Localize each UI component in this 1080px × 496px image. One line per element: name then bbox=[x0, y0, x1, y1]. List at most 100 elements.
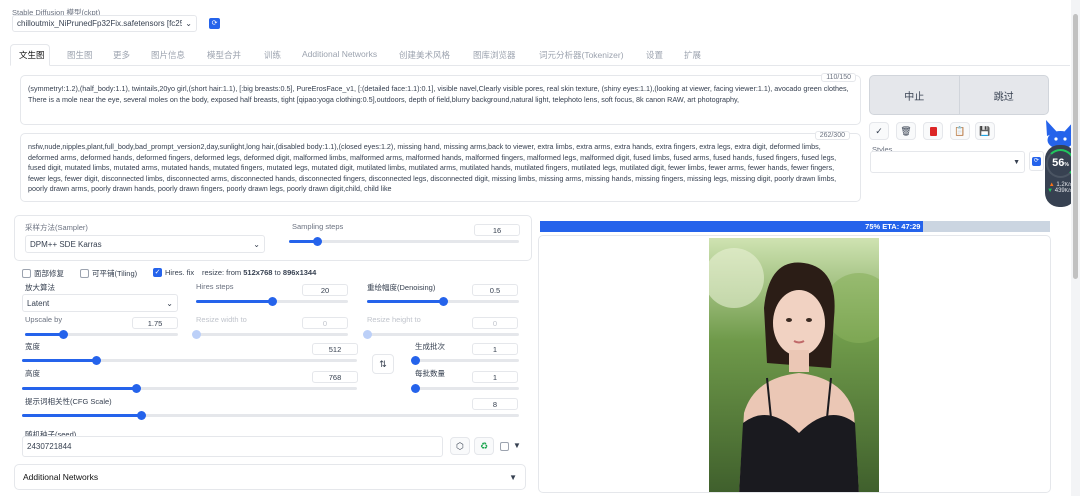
upscale-by-input[interactable]: 1.75 bbox=[132, 317, 178, 329]
height-input[interactable]: 768 bbox=[312, 371, 358, 383]
model-select[interactable]: chilloutmix_NiPrunedFp32Fix.safetensors … bbox=[12, 15, 197, 32]
resize-width-slider[interactable] bbox=[192, 330, 348, 339]
width-input[interactable]: 512 bbox=[312, 343, 358, 355]
skip-button[interactable]: 跳过 bbox=[960, 76, 1049, 114]
generated-image[interactable] bbox=[709, 238, 879, 493]
batch-size-slider[interactable] bbox=[411, 384, 519, 393]
tab-image-browser[interactable]: 图库浏览器 bbox=[473, 49, 516, 61]
tab-settings[interactable]: 设置 bbox=[646, 49, 663, 61]
tab-png-info[interactable]: 图片信息 bbox=[151, 49, 185, 61]
cpu-unit: % bbox=[1064, 162, 1069, 168]
negative-prompt-counter: 262/300 bbox=[814, 131, 850, 140]
checkbox-box[interactable] bbox=[80, 269, 89, 278]
chevron-down-icon: ⌄ bbox=[166, 298, 173, 308]
progress-bar: 75% ETA: 47:29 bbox=[540, 221, 1050, 232]
tab-img2img[interactable]: 图生图 bbox=[67, 49, 93, 61]
hires-steps-input[interactable]: 20 bbox=[302, 284, 348, 296]
tab-txt2img-label[interactable]: 文生图 bbox=[19, 49, 45, 61]
caret-down-icon[interactable]: ▼ bbox=[513, 441, 521, 450]
denoise-input[interactable]: 0.5 bbox=[472, 284, 518, 296]
generate-controls: 中止 跳过 bbox=[869, 75, 1049, 115]
restore-faces-label: 面部修复 bbox=[34, 269, 64, 278]
tab-additional-networks[interactable]: Additional Networks bbox=[302, 49, 377, 59]
negative-prompt-text: nsfw,nude,nipples,plant,full_body,bad_pr… bbox=[28, 142, 837, 193]
styles-select[interactable]: ▼ bbox=[870, 151, 1025, 173]
chevron-down-icon: ⌄ bbox=[253, 239, 260, 249]
hires-steps-slider[interactable] bbox=[196, 297, 348, 306]
resize-info: resize: from 512x768 to 896x1344 bbox=[202, 268, 316, 277]
tab-tokenizer[interactable]: 词元分析器(Tokenizer) bbox=[539, 49, 624, 61]
denoise-slider[interactable] bbox=[367, 297, 519, 306]
seed-value: 2430721844 bbox=[27, 442, 72, 451]
hires-fix-checkbox[interactable]: ✓ Hires. fix bbox=[153, 268, 194, 277]
hires-fix-label: Hires. fix bbox=[165, 268, 195, 277]
additional-networks-title: Additional Networks bbox=[23, 472, 99, 482]
batch-count-slider[interactable] bbox=[411, 356, 519, 365]
scrollbar-thumb[interactable] bbox=[1073, 14, 1078, 279]
tab-extras[interactable]: 更多 bbox=[113, 49, 130, 61]
batch-size-label: 每批数量 bbox=[415, 369, 445, 378]
tab-aesthetic[interactable]: 创建美术风格 bbox=[399, 49, 450, 61]
trash-icon[interactable]: 🗑 bbox=[896, 122, 916, 140]
steps-slider[interactable] bbox=[289, 237, 519, 246]
additional-networks-accordion[interactable]: Additional Networks ▼ bbox=[14, 464, 526, 490]
cfg-slider[interactable] bbox=[22, 411, 519, 420]
resize-height-slider[interactable] bbox=[363, 330, 519, 339]
swap-dimensions-button[interactable]: ⇅ bbox=[372, 354, 394, 374]
steps-label: Sampling steps bbox=[292, 222, 344, 231]
prompt-textarea[interactable]: 110/150 (symmetry!:1.2),(half_body:1.1),… bbox=[20, 73, 861, 125]
upscaler-select[interactable]: Latent ⌄ bbox=[22, 294, 178, 312]
upscaler-label: 放大算法 bbox=[25, 283, 55, 292]
refresh-icon[interactable]: ⟳ bbox=[209, 18, 220, 29]
steps-input[interactable]: 16 bbox=[474, 224, 520, 236]
batch-count-label: 生成批次 bbox=[415, 342, 445, 351]
styles-refresh-button[interactable]: ⟳ bbox=[1029, 151, 1044, 171]
extra-seed-checkbox[interactable] bbox=[500, 442, 509, 451]
check-icon[interactable]: ✓ bbox=[869, 122, 889, 140]
width-slider[interactable] bbox=[22, 356, 357, 365]
denoise-label: 重绘幅度(Denoising) bbox=[367, 283, 436, 292]
tiling-checkbox[interactable]: 可平铺(Tiling) bbox=[80, 268, 137, 279]
download-arrow-icon: ▼ bbox=[1047, 188, 1054, 194]
tiling-label: 可平铺(Tiling) bbox=[92, 269, 138, 278]
height-slider[interactable] bbox=[22, 384, 357, 393]
tab-train[interactable]: 训练 bbox=[264, 49, 281, 61]
batch-count-input[interactable]: 1 bbox=[472, 343, 518, 355]
sampler-select[interactable]: DPM++ SDE Karras ⌄ bbox=[25, 235, 265, 253]
cpu-percent: 56 bbox=[1052, 157, 1065, 169]
red-card-icon[interactable] bbox=[923, 122, 943, 140]
progress-text: 75% ETA: 47:29 bbox=[865, 222, 921, 231]
chevron-down-icon: ▼ bbox=[1013, 158, 1020, 166]
restore-faces-checkbox[interactable]: 面部修复 bbox=[22, 268, 64, 279]
prompt-text: (symmetry!:1.2),(half_body:1.1), twintai… bbox=[28, 84, 849, 104]
resize-prefix: resize: from bbox=[202, 268, 244, 277]
clipboard-icon[interactable]: 📋 bbox=[950, 122, 970, 140]
page-scrollbar[interactable] bbox=[1071, 0, 1080, 496]
resize-height-input[interactable]: 0 bbox=[472, 317, 518, 329]
upscale-by-label: Upscale by bbox=[25, 315, 63, 324]
height-label: 高度 bbox=[25, 369, 40, 378]
upscale-by-slider[interactable] bbox=[25, 330, 178, 339]
tab-merge[interactable]: 模型合并 bbox=[207, 49, 241, 61]
download-value: 439 bbox=[1054, 188, 1065, 194]
negative-prompt-textarea[interactable]: 262/300 nsfw,nude,nipples,plant,full_bod… bbox=[20, 131, 861, 202]
interrupt-button[interactable]: 中止 bbox=[870, 76, 960, 114]
output-gallery[interactable] bbox=[538, 235, 1051, 493]
resize-mid: to bbox=[272, 268, 283, 277]
seed-input[interactable]: 2430721844 bbox=[22, 436, 443, 457]
save-icon[interactable]: 💾 bbox=[975, 122, 995, 140]
cfg-label: 提示词相关性(CFG Scale) bbox=[25, 397, 112, 406]
cfg-input[interactable]: 8 bbox=[472, 398, 518, 410]
model-value: chilloutmix_NiPrunedFp32Fix.safetensors … bbox=[17, 19, 183, 28]
sampler-value: DPM++ SDE Karras bbox=[30, 239, 102, 249]
recycle-icon[interactable]: ♻ bbox=[474, 437, 494, 455]
resize-width-input[interactable]: 0 bbox=[302, 317, 348, 329]
batch-size-input[interactable]: 1 bbox=[472, 371, 518, 383]
checkbox-box[interactable] bbox=[22, 269, 31, 278]
dice-icon[interactable]: ⬡ bbox=[450, 437, 470, 455]
resize-to: 896x1344 bbox=[282, 268, 317, 277]
check-icon[interactable]: ✓ bbox=[153, 268, 162, 277]
resize-height-label: Resize height to bbox=[367, 315, 421, 324]
tab-extensions[interactable]: 扩展 bbox=[684, 49, 701, 61]
resize-from: 512x768 bbox=[243, 268, 273, 277]
